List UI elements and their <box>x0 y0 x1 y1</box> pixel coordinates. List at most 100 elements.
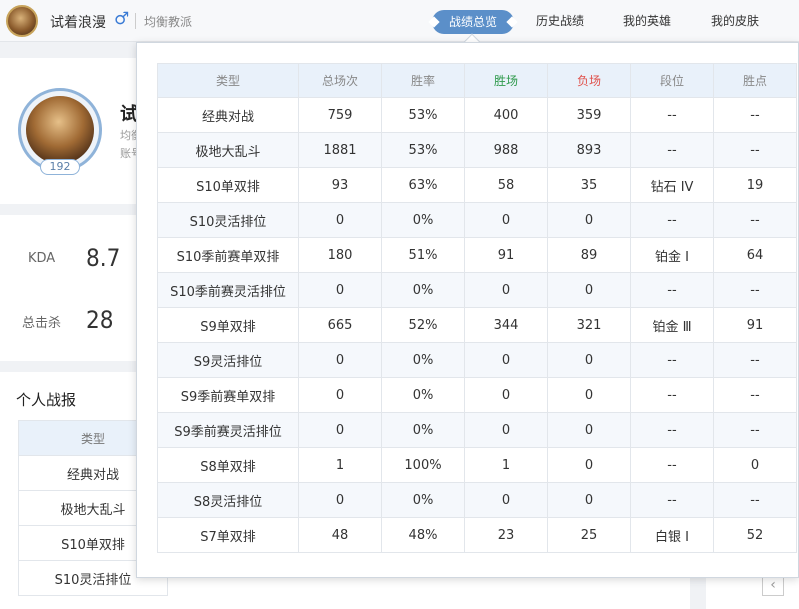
cell-losses: 0 <box>547 202 631 238</box>
cell-lp: -- <box>713 342 797 378</box>
cell-wins: 0 <box>464 377 548 413</box>
cell-losses: 0 <box>547 482 631 518</box>
cell-wins: 23 <box>464 517 548 553</box>
cell-type: S10季前赛灵活排位 <box>157 272 299 308</box>
level-badge: 192 <box>40 159 80 175</box>
col-total: 总场次 <box>298 63 382 98</box>
cell-wins: 0 <box>464 412 548 448</box>
kills-value: 28 <box>86 306 114 334</box>
table-row: S8灵活排位 0 0% 0 0 -- -- <box>157 482 797 518</box>
cell-tier: -- <box>630 447 714 483</box>
cell-tier: -- <box>630 272 714 308</box>
cell-type: 经典对战 <box>157 97 299 133</box>
cell-total: 0 <box>298 202 382 238</box>
cell-total: 93 <box>298 167 382 203</box>
table-row: 极地大乱斗 1881 53% 988 893 -- -- <box>157 132 797 168</box>
overview-table: 类型 总场次 胜率 胜场 负场 段位 胜点 经典对战 759 53% 400 359 --… <box>157 63 797 553</box>
cell-wins: 988 <box>464 132 548 168</box>
table-row: S8单双排 1 100% 1 0 -- 0 <box>157 447 797 483</box>
cell-wins: 58 <box>464 167 548 203</box>
cell-type: S7单双排 <box>157 517 299 553</box>
cell-type: S10单双排 <box>157 167 299 203</box>
cell-type: S10季前赛单双排 <box>157 237 299 273</box>
cell-total: 759 <box>298 97 382 133</box>
profile-avatar[interactable] <box>26 96 94 164</box>
cell-winrate: 51% <box>381 237 465 273</box>
table-row: 经典对战 759 53% 400 359 -- -- <box>157 97 797 133</box>
cell-total: 180 <box>298 237 382 273</box>
cell-lp: 64 <box>713 237 797 273</box>
cell-wins: 0 <box>464 482 548 518</box>
cell-winrate: 63% <box>381 167 465 203</box>
cell-tier: -- <box>630 97 714 133</box>
cell-lp: 52 <box>713 517 797 553</box>
table-row: S10单双排 93 63% 58 35 钻石 IV 19 <box>157 167 797 203</box>
cell-total: 665 <box>298 307 382 343</box>
col-wins: 胜场 <box>464 63 548 98</box>
cell-losses: 893 <box>547 132 631 168</box>
cell-total: 0 <box>298 342 382 378</box>
tab-history[interactable]: 历史战绩 <box>536 12 584 29</box>
tab-overview[interactable]: 战绩总览 <box>432 10 514 34</box>
cell-tier: 白银 Ⅰ <box>630 517 714 553</box>
cell-type: 极地大乱斗 <box>157 132 299 168</box>
cell-losses: 25 <box>547 517 631 553</box>
cell-losses: 321 <box>547 307 631 343</box>
cell-type: S9灵活排位 <box>157 342 299 378</box>
cell-losses: 89 <box>547 237 631 273</box>
tab-my-champions[interactable]: 我的英雄 <box>623 12 671 29</box>
cell-wins: 91 <box>464 237 548 273</box>
kills-label: 总击杀 <box>22 316 62 331</box>
cell-winrate: 48% <box>381 517 465 553</box>
summoner-name: 试着浪漫 <box>50 15 106 31</box>
cell-winrate: 52% <box>381 307 465 343</box>
cell-tier: -- <box>630 202 714 238</box>
cell-tier: 铂金 Ⅲ <box>630 307 714 343</box>
table-row: S9单双排 665 52% 344 321 铂金 Ⅲ 91 <box>157 307 797 343</box>
cell-total: 1 <box>298 447 382 483</box>
table-row: S9季前赛灵活排位 0 0% 0 0 -- -- <box>157 412 797 448</box>
cell-lp: -- <box>713 97 797 133</box>
cell-winrate: 0% <box>381 272 465 308</box>
cell-winrate: 53% <box>381 97 465 133</box>
cell-tier: -- <box>630 482 714 518</box>
cell-losses: 0 <box>547 272 631 308</box>
cell-lp: 91 <box>713 307 797 343</box>
cell-winrate: 100% <box>381 447 465 483</box>
cell-type: S9季前赛灵活排位 <box>157 412 299 448</box>
server-tag: 均衡教派 <box>144 15 193 29</box>
cell-tier: 铂金 Ⅰ <box>630 237 714 273</box>
tab-my-skins[interactable]: 我的皮肤 <box>711 12 759 29</box>
cell-wins: 400 <box>464 97 548 133</box>
col-winrate: 胜率 <box>381 63 465 98</box>
cell-winrate: 0% <box>381 412 465 448</box>
cell-winrate: 53% <box>381 132 465 168</box>
cell-type: S10灵活排位 <box>157 202 299 238</box>
table-row: S10灵活排位 0 0% 0 0 -- -- <box>157 202 797 238</box>
cell-type: S8单双排 <box>157 447 299 483</box>
cell-tier: -- <box>630 412 714 448</box>
cell-wins: 1 <box>464 447 548 483</box>
cell-wins: 344 <box>464 307 548 343</box>
cell-winrate: 0% <box>381 482 465 518</box>
cell-tier: 钻石 IV <box>630 167 714 203</box>
cell-tier: -- <box>630 342 714 378</box>
top-header: 试着浪漫 ♂ 均衡教派 战绩总览 历史战绩 我的英雄 我的皮肤 <box>0 0 799 42</box>
cell-lp: -- <box>713 482 797 518</box>
col-type: 类型 <box>157 63 299 98</box>
header-avatar[interactable] <box>6 5 38 37</box>
overview-header-row: 类型 总场次 胜率 胜场 负场 段位 胜点 <box>157 63 797 98</box>
section-title: 个人战报 <box>16 391 77 409</box>
cell-losses: 0 <box>547 377 631 413</box>
cell-losses: 0 <box>547 342 631 378</box>
cell-type: S9季前赛单双排 <box>157 377 299 413</box>
cell-total: 0 <box>298 377 382 413</box>
cell-lp: -- <box>713 132 797 168</box>
cell-tier: -- <box>630 132 714 168</box>
cell-lp: 0 <box>713 447 797 483</box>
table-row: S10季前赛灵活排位 0 0% 0 0 -- -- <box>157 272 797 308</box>
cell-type: S8灵活排位 <box>157 482 299 518</box>
cell-type: S9单双排 <box>157 307 299 343</box>
cell-winrate: 0% <box>381 342 465 378</box>
cell-losses: 0 <box>547 447 631 483</box>
